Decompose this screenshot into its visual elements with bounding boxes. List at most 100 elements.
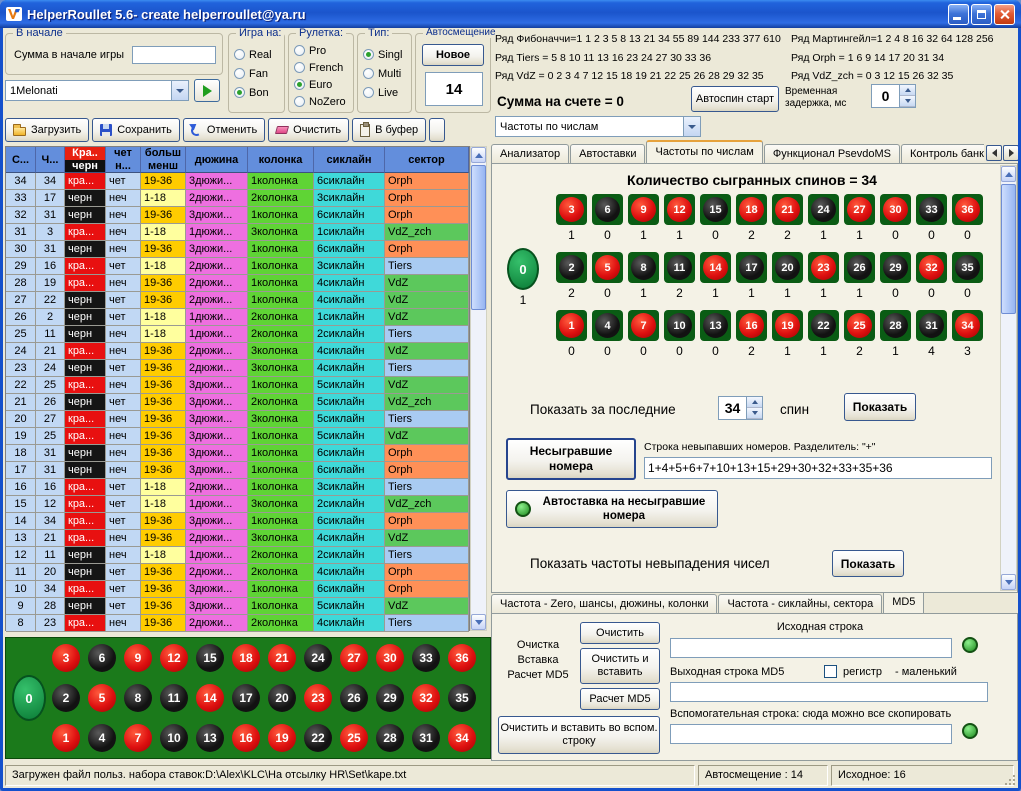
board-number-33[interactable]: 33 (412, 644, 440, 672)
board-number-26[interactable]: 26 (340, 684, 368, 712)
tab-Анализатор[interactable]: Анализатор (491, 144, 569, 163)
missed-numbers-input[interactable] (644, 457, 992, 479)
table-row[interactable]: 1925кра...неч19-363дюжи...1колонка5сикла… (6, 428, 469, 445)
board-number-28[interactable]: 28 (376, 724, 404, 752)
number-tile-26[interactable]: 26 (844, 252, 875, 283)
register-checkbox[interactable] (824, 665, 837, 678)
dropdown-arrow-icon[interactable] (171, 81, 188, 100)
board-number-13[interactable]: 13 (196, 724, 224, 752)
panel-scroll-down-icon[interactable] (1001, 574, 1016, 590)
col-header-sector[interactable]: сектор (385, 147, 469, 173)
delay-spinner[interactable]: 0 (871, 84, 916, 108)
table-row[interactable]: 2421кра...неч19-362дюжи...3колонка4сикла… (6, 343, 469, 360)
radio-option-Bon[interactable]: Bon (234, 83, 272, 102)
number-tile-19[interactable]: 19 (772, 310, 803, 341)
save-button[interactable]: Сохранить (92, 118, 180, 142)
tab-Функционал PsevdoMS[interactable]: Функционал PsevdoMS (764, 144, 900, 163)
number-tile-18[interactable]: 18 (736, 194, 767, 225)
table-row[interactable]: 2027кра...неч19-363дюжи...3колонка5сикла… (6, 411, 469, 428)
board-number-31[interactable]: 31 (412, 724, 440, 752)
number-tile-10[interactable]: 10 (664, 310, 695, 341)
mode-dropdown-arrow-icon[interactable] (683, 117, 700, 136)
number-tile-12[interactable]: 12 (664, 194, 695, 225)
table-row[interactable]: 2819кра...неч19-362дюжи...1колонка4сикла… (6, 275, 469, 292)
table-row[interactable]: 1616кра...чет1-182дюжи...1колонка3сиклай… (6, 479, 469, 496)
radio-option-Live[interactable]: Live (363, 83, 402, 102)
preset-combo[interactable]: 1Melonati (5, 80, 189, 101)
panel-scrollbar[interactable] (1000, 165, 1017, 591)
md5-helper-input[interactable] (670, 724, 952, 744)
md5-clear-paste-button[interactable]: Очистить и вставить (580, 648, 660, 684)
md5-calc-button[interactable]: Расчет MD5 (580, 688, 660, 710)
radio-option-Multi[interactable]: Multi (363, 64, 402, 83)
tab-Контроль банкро[interactable]: Контроль банкро (901, 144, 984, 163)
board-number-7[interactable]: 7 (124, 724, 152, 752)
table-row[interactable]: 3317черннеч1-182дюжи...2колонка3сиклайнO… (6, 190, 469, 207)
load-button[interactable]: Загрузить (5, 118, 89, 142)
number-tile-6[interactable]: 6 (592, 194, 623, 225)
table-row[interactable]: 3434кра...чет19-363дюжи...1колонка6сикла… (6, 173, 469, 190)
number-tile-36[interactable]: 36 (952, 194, 983, 225)
board-number-18[interactable]: 18 (232, 644, 260, 672)
delay-down-icon[interactable] (900, 96, 915, 107)
board-number-29[interactable]: 29 (376, 684, 404, 712)
undo-button[interactable]: Отменить (183, 118, 265, 142)
maximize-button[interactable] (971, 4, 992, 25)
board-number-21[interactable]: 21 (268, 644, 296, 672)
table-row[interactable]: 1211черннеч1-181дюжи...2колонка2сиклайнT… (6, 547, 469, 564)
number-tile-5[interactable]: 5 (592, 252, 623, 283)
resize-grip[interactable] (1003, 773, 1016, 786)
tab-Частота - Zero, шансы, дюжины, колонки[interactable]: Частота - Zero, шансы, дюжины, колонки (491, 594, 717, 613)
number-tile-2[interactable]: 2 (556, 252, 587, 283)
number-tile-27[interactable]: 27 (844, 194, 875, 225)
number-tile-3[interactable]: 3 (556, 194, 587, 225)
board-number-4[interactable]: 4 (88, 724, 116, 752)
number-tile-1[interactable]: 1 (556, 310, 587, 341)
missed-numbers-button[interactable]: Несыгравшие номера (506, 438, 636, 480)
radio-option-Real[interactable]: Real (234, 45, 272, 64)
tab-Частота - сиклайны, сектора[interactable]: Частота - сиклайны, сектора (718, 594, 882, 613)
board-number-11[interactable]: 11 (160, 684, 188, 712)
tab-scroll-left-icon[interactable] (986, 145, 1002, 161)
delay-up-icon[interactable] (900, 85, 915, 96)
table-scrollbar-thumb[interactable] (471, 165, 486, 310)
panel-scrollbar-thumb[interactable] (1001, 184, 1016, 314)
board-number-19[interactable]: 19 (268, 724, 296, 752)
board-number-6[interactable]: 6 (88, 644, 116, 672)
table-row[interactable]: 2722чернчет19-362дюжи...1колонка4сиклайн… (6, 292, 469, 309)
tab-Частоты по числам[interactable]: Частоты по числам (646, 140, 762, 163)
col-header-column[interactable]: колонка (248, 147, 314, 173)
radio-option-French[interactable]: French (294, 59, 346, 76)
radio-option-NoZero[interactable]: NoZero (294, 93, 346, 110)
autobet-missed-button[interactable]: Автоставка на несыгравшие номера (506, 490, 718, 528)
table-row[interactable]: 2916кра...чет1-182дюжи...1колонка3сиклай… (6, 258, 469, 275)
board-number-5[interactable]: 5 (88, 684, 116, 712)
board-number-15[interactable]: 15 (196, 644, 224, 672)
board-number-10[interactable]: 10 (160, 724, 188, 752)
table-row[interactable]: 1831черннеч19-363дюжи...1колонка6сиклайн… (6, 445, 469, 462)
autospin-start-button[interactable]: Автоспин старт (691, 86, 779, 112)
number-tile-13[interactable]: 13 (700, 310, 731, 341)
board-number-3[interactable]: 3 (52, 644, 80, 672)
board-number-2[interactable]: 2 (52, 684, 80, 712)
board-number-34[interactable]: 34 (448, 724, 476, 752)
table-row[interactable]: 1120чернчет19-362дюжи...2колонка4сиклайн… (6, 564, 469, 581)
col-header-sixline[interactable]: сиклайн (314, 147, 385, 173)
number-tile-17[interactable]: 17 (736, 252, 767, 283)
clear-button[interactable]: Очистить (268, 118, 349, 142)
freq-missing-button[interactable]: Показать (832, 550, 904, 577)
col-header-range[interactable]: большменш (141, 147, 186, 173)
board-number-27[interactable]: 27 (340, 644, 368, 672)
md5-source-input[interactable] (670, 638, 952, 658)
number-tile-9[interactable]: 9 (628, 194, 659, 225)
board-number-24[interactable]: 24 (304, 644, 332, 672)
radio-option-Fan[interactable]: Fan (234, 64, 272, 83)
number-tile-22[interactable]: 22 (808, 310, 839, 341)
board-number-8[interactable]: 8 (124, 684, 152, 712)
table-row[interactable]: 3031черннеч19-363дюжи...1колонка6сиклайн… (6, 241, 469, 258)
table-row[interactable]: 823кра...неч19-362дюжи...2колонка4сиклай… (6, 615, 469, 632)
table-row[interactable]: 1434кра...чет19-363дюжи...1колонка6сикла… (6, 513, 469, 530)
md5-clear-paste-helper-button[interactable]: Очистить и вставить во вспом. строку (498, 716, 660, 754)
number-tile-21[interactable]: 21 (772, 194, 803, 225)
board-number-35[interactable]: 35 (448, 684, 476, 712)
